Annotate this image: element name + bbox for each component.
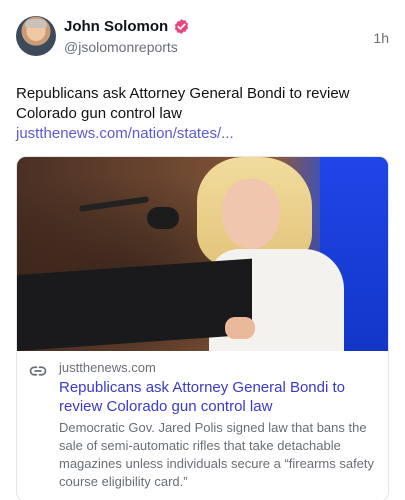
author-names: John Solomon @jsolomonreports bbox=[64, 16, 190, 55]
display-name[interactable]: John Solomon bbox=[64, 18, 168, 35]
post-text: Republicans ask Attorney General Bondi t… bbox=[16, 84, 376, 144]
image-person-face bbox=[222, 179, 280, 249]
post[interactable]: John Solomon @jsolomonreports 1h Republi… bbox=[0, 0, 405, 500]
card-body: justthenews.com Republicans ask Attorney… bbox=[17, 351, 388, 491]
card-domain: justthenews.com bbox=[59, 360, 156, 375]
card-description: Democratic Gov. Jared Polis signed law t… bbox=[59, 420, 375, 489]
post-body-text: Republicans ask Attorney General Bondi t… bbox=[16, 85, 350, 122]
card-image[interactable] bbox=[17, 157, 388, 351]
image-person-hand bbox=[225, 317, 255, 339]
name-row: John Solomon bbox=[64, 16, 190, 36]
link-preview-card[interactable]: justthenews.com Republicans ask Attorney… bbox=[16, 156, 389, 500]
verified-badge-icon bbox=[173, 18, 190, 35]
post-link[interactable]: justthenews.com/nation/states/... bbox=[16, 125, 234, 142]
post-header: John Solomon @jsolomonreports bbox=[16, 16, 389, 64]
card-title[interactable]: Republicans ask Attorney General Bondi t… bbox=[59, 378, 376, 416]
image-microphone bbox=[147, 207, 179, 229]
avatar[interactable] bbox=[16, 16, 56, 56]
link-icon bbox=[29, 362, 47, 380]
post-timestamp[interactable]: 1h bbox=[373, 30, 389, 46]
card-texts: justthenews.com Republicans ask Attorney… bbox=[59, 360, 376, 491]
author-handle[interactable]: @jsolomonreports bbox=[64, 39, 190, 55]
